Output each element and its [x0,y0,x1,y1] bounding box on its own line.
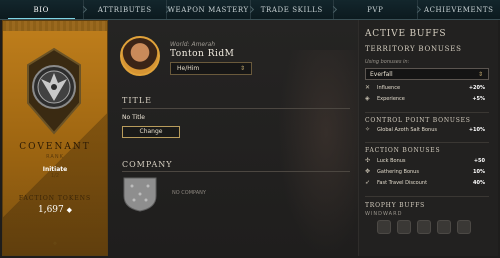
tab-label: WEAPON MASTERY [167,5,249,14]
section-divider [365,112,489,113]
avatar [120,36,160,76]
buff-value: +5% [472,96,485,102]
trophy-slots [377,220,471,234]
company-heading: COMPANY [122,160,173,169]
faction-panel: COVENANT RANK Initiate 1/2 FACTION TOKEN… [2,20,108,256]
trophy-slot[interactable] [377,220,391,234]
buff-value: 10% [473,169,485,175]
rank-progress: 1/2 [50,173,60,179]
control-point-heading: CONTROL POINT BONUSES [365,117,471,124]
trophy-buffs-heading: TROPHY BUFFS [365,202,426,209]
rank-label: RANK [46,154,64,160]
buff-label: Luck Bonus [377,158,406,164]
tab-label: TRADE SKILLS [260,5,323,14]
buff-label: Experience [377,96,405,102]
buff-row-influence: ✕ Influence +20% [365,84,489,93]
chevron-down-icon: ⇕ [477,71,483,78]
covenant-emblem-icon [25,47,83,135]
pronoun-value: He/Him [177,65,200,72]
section-divider [365,196,489,197]
trophy-slot[interactable] [397,220,411,234]
pronoun-select[interactable]: He/Him ⇕ [170,62,252,75]
tab-bio[interactable]: BIO [0,0,87,19]
faction-tokens-amount: 1,697 [37,205,64,215]
bio-panel: World: Amerah Tonton RidM He/Him ⇕ TITLE… [108,20,358,256]
fast-travel-icon: ➶ [365,179,371,186]
buff-row-fast-travel: ➶ Fast Travel Discount 40% [365,179,489,188]
tab-pvp[interactable]: PVP [334,0,421,19]
trophy-slot[interactable] [437,220,451,234]
top-nav: BIO ATTRIBUTES WEAPON MASTERY TRADE SKIL… [0,0,500,20]
buff-label: Fast Travel Discount [377,180,428,186]
character-name: Tonton RidM [170,49,235,59]
chevron-down-icon: ⇕ [239,65,245,72]
company-divider [122,171,350,172]
rank-value: Initiate [42,166,68,173]
buff-label: Global Azoth Salt Bonus [377,127,437,133]
trophy-slot[interactable] [417,220,431,234]
change-title-button[interactable]: Change [122,126,180,138]
territory-bonuses-heading: TERRITORY BONUSES [365,45,462,53]
active-buffs-heading: ACTIVE BUFFS [365,29,447,39]
buff-label: Influence [377,85,401,91]
tab-label: ATTRIBUTES [97,5,152,14]
tab-attributes[interactable]: ATTRIBUTES [84,0,171,19]
azoth-salt-icon: ✧ [365,126,371,133]
company-shield-icon [122,176,158,212]
current-title: No Title [122,114,145,121]
buff-value: +20% [468,85,485,91]
background-art [278,50,358,256]
title-divider [122,108,350,109]
buff-value: +50 [473,158,485,164]
luck-icon: ✣ [365,157,371,164]
faction-name: COVENANT [19,142,91,152]
tab-achievements[interactable]: ACHIEVEMENTS [418,0,500,19]
using-bonuses-label: Using bonuses in: [365,59,410,65]
trophy-location: WINDWARD [365,211,403,217]
tab-weapon-mastery[interactable]: WEAPON MASTERY [167,0,254,19]
influence-icon: ✕ [365,84,371,91]
tab-label: BIO [33,5,49,14]
faction-tokens-label: FACTION TOKENS [18,195,92,202]
buff-value: 40% [473,180,485,186]
faction-tokens-value: 1,697 ◆ [3,205,107,215]
world-name: World: Amerah [170,41,216,48]
faction-bonuses-heading: FACTION BONUSES [365,147,441,154]
settlement-select[interactable]: Everfall ⇕ [365,68,489,80]
settlement-value: Everfall [370,71,393,78]
tab-label: PVP [367,5,384,14]
company-name: NO COMPANY [172,190,206,196]
buff-label: Gathering Bonus [377,169,419,175]
tab-trade-skills[interactable]: TRADE SKILLS [251,0,338,19]
gathering-icon: ✥ [365,168,371,175]
buff-row-azoth-salt: ✧ Global Azoth Salt Bonus +10% [365,126,489,135]
buff-row-experience: ◈ Experience +5% [365,95,489,104]
token-icon: ◆ [66,206,73,214]
experience-icon: ◈ [365,95,370,102]
faction-panel-border [3,21,107,31]
tab-label: ACHIEVEMENTS [423,5,494,14]
title-heading: TITLE [122,96,152,105]
buff-value: +10% [468,127,485,133]
buff-row-luck: ✣ Luck Bonus +50 [365,157,489,166]
buff-row-gathering: ✥ Gathering Bonus 10% [365,168,489,177]
trophy-slot[interactable] [457,220,471,234]
section-divider [365,142,489,143]
faction-footer-ornament-icon: ❖ [52,241,58,247]
active-buffs-panel: ACTIVE BUFFS TERRITORY BONUSES Using bon… [358,20,498,256]
